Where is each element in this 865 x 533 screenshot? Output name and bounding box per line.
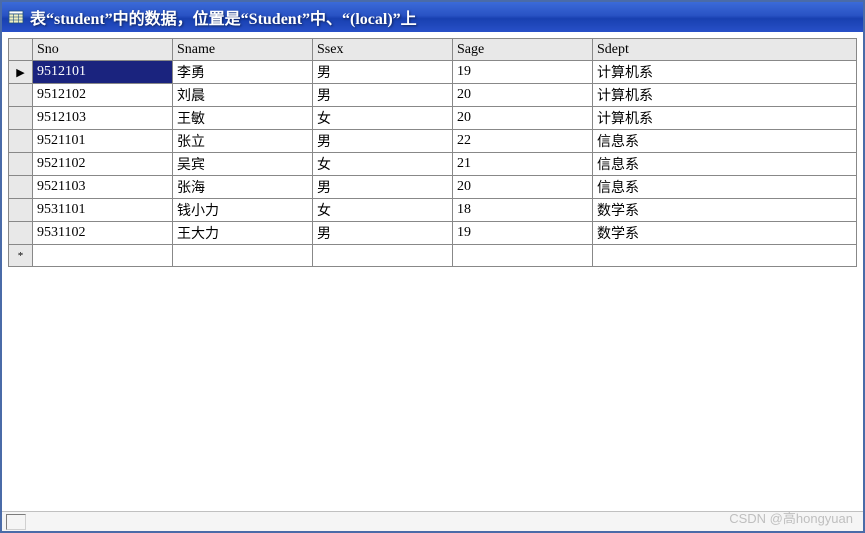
status-cell (6, 514, 26, 530)
row-selector[interactable]: * (9, 245, 33, 267)
row-selector[interactable] (9, 222, 33, 245)
grid-cell[interactable]: 王大力 (173, 222, 313, 245)
grid-cell[interactable]: 男 (313, 176, 453, 199)
grid-cell[interactable]: 19 (453, 222, 593, 245)
grid-cell-empty[interactable] (453, 245, 593, 267)
grid-cell[interactable]: 19 (453, 61, 593, 84)
grid-cell[interactable]: 9512101 (33, 61, 173, 84)
grid-cell[interactable]: 张立 (173, 130, 313, 153)
grid-cell[interactable]: 9521103 (33, 176, 173, 199)
row-selector[interactable]: ▶ (9, 61, 33, 84)
grid-header-row: Sno Sname Ssex Sage Sdept (9, 39, 857, 61)
grid-cell[interactable]: 22 (453, 130, 593, 153)
grid-cell[interactable]: 9512103 (33, 107, 173, 130)
table-row[interactable]: 9521102吴宾女21信息系 (9, 153, 857, 176)
table-row[interactable]: 9521103张海男20信息系 (9, 176, 857, 199)
grid-cell[interactable]: 数学系 (593, 222, 857, 245)
grid-cell[interactable]: 女 (313, 153, 453, 176)
grid-cell[interactable]: 信息系 (593, 176, 857, 199)
grid-cell[interactable]: 男 (313, 84, 453, 107)
new-row-indicator-icon: * (18, 250, 24, 262)
grid-cell[interactable]: 21 (453, 153, 593, 176)
table-row[interactable]: 9512102刘晨男20计算机系 (9, 84, 857, 107)
grid-cell-empty[interactable] (313, 245, 453, 267)
grid-cell[interactable]: 9521102 (33, 153, 173, 176)
grid-cell[interactable]: 钱小力 (173, 199, 313, 222)
grid-cell[interactable]: 20 (453, 84, 593, 107)
window-title: 表“student”中的数据，位置是“Student”中、“(local)”上 (30, 5, 417, 29)
select-all-corner[interactable] (9, 39, 33, 61)
statusbar (2, 511, 863, 531)
grid-cell[interactable]: 吴宾 (173, 153, 313, 176)
table-row[interactable]: 9512103王敏女20计算机系 (9, 107, 857, 130)
grid-cell[interactable]: 信息系 (593, 153, 857, 176)
db-grid-window: 表“student”中的数据，位置是“Student”中、“(local)”上 … (0, 0, 865, 533)
column-header-ssex[interactable]: Ssex (313, 39, 453, 61)
grid-cell[interactable]: 男 (313, 222, 453, 245)
grid-cell-empty[interactable] (173, 245, 313, 267)
grid-cell-empty[interactable] (33, 245, 173, 267)
grid-cell[interactable]: 女 (313, 199, 453, 222)
row-selector[interactable] (9, 107, 33, 130)
column-header-sno[interactable]: Sno (33, 39, 173, 61)
grid-cell[interactable]: 18 (453, 199, 593, 222)
grid-cell-empty[interactable] (593, 245, 857, 267)
table-row[interactable]: ▶ 9512101李勇男19计算机系 (9, 61, 857, 84)
grid-cell[interactable]: 男 (313, 130, 453, 153)
row-selector[interactable] (9, 84, 33, 107)
table-row[interactable]: 9521101张立男22信息系 (9, 130, 857, 153)
grid-cell[interactable]: 女 (313, 107, 453, 130)
grid-cell[interactable]: 计算机系 (593, 61, 857, 84)
grid-cell[interactable]: 张海 (173, 176, 313, 199)
column-header-sname[interactable]: Sname (173, 39, 313, 61)
titlebar[interactable]: 表“student”中的数据，位置是“Student”中、“(local)”上 (2, 2, 863, 32)
column-header-sage[interactable]: Sage (453, 39, 593, 61)
row-selector[interactable] (9, 153, 33, 176)
new-row[interactable]: * (9, 245, 857, 267)
grid-cell[interactable]: 计算机系 (593, 84, 857, 107)
row-selector[interactable] (9, 199, 33, 222)
data-grid[interactable]: Sno Sname Ssex Sage Sdept ▶9512101李勇男19计… (8, 38, 857, 267)
grid-cell[interactable]: 王敏 (173, 107, 313, 130)
row-indicator-icon: ▶ (16, 67, 24, 79)
table-row[interactable]: 9531102王大力男19数学系 (9, 222, 857, 245)
table-row[interactable]: 9531101钱小力女18数学系 (9, 199, 857, 222)
grid-cell[interactable]: 9512102 (33, 84, 173, 107)
grid-cell[interactable]: 数学系 (593, 199, 857, 222)
grid-cell[interactable]: 信息系 (593, 130, 857, 153)
grid-cell[interactable]: 计算机系 (593, 107, 857, 130)
grid-cell[interactable]: 20 (453, 176, 593, 199)
row-selector[interactable] (9, 176, 33, 199)
grid-cell[interactable]: 男 (313, 61, 453, 84)
grid-cell[interactable]: 9521101 (33, 130, 173, 153)
grid-cell[interactable]: 20 (453, 107, 593, 130)
grid-cell[interactable]: 李勇 (173, 61, 313, 84)
grid-cell[interactable]: 刘晨 (173, 84, 313, 107)
table-icon (8, 9, 24, 25)
column-header-sdept[interactable]: Sdept (593, 39, 857, 61)
row-selector[interactable] (9, 130, 33, 153)
grid-content-area: Sno Sname Ssex Sage Sdept ▶9512101李勇男19计… (2, 32, 863, 511)
grid-cell[interactable]: 9531102 (33, 222, 173, 245)
grid-cell[interactable]: 9531101 (33, 199, 173, 222)
grid-body: ▶9512101李勇男19计算机系9512102刘晨男20计算机系9512103… (9, 61, 857, 267)
